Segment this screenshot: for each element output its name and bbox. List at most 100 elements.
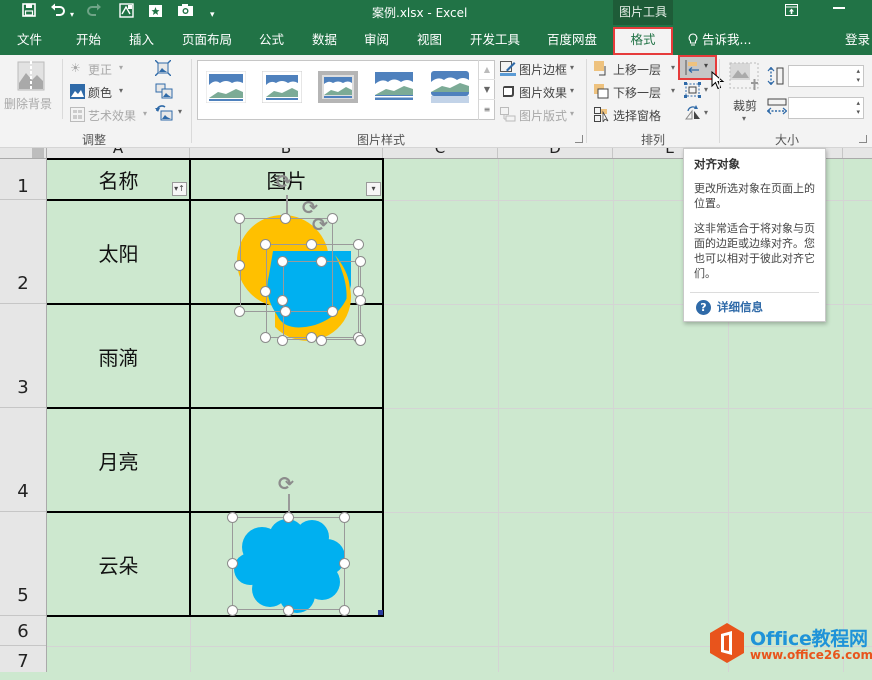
resize-handle[interactable]	[277, 295, 288, 306]
resize-handle[interactable]	[280, 213, 291, 224]
resize-handle[interactable]	[260, 239, 271, 250]
size-dialog-launcher[interactable]	[859, 135, 867, 143]
align-objects-button[interactable]: ▾	[678, 55, 717, 80]
resize-handle[interactable]	[327, 213, 338, 224]
gallery-scroll-up[interactable]: ▲	[479, 60, 495, 80]
resize-handle[interactable]	[227, 512, 238, 523]
crop-button[interactable]: 裁剪 ▾	[727, 59, 763, 125]
cell-a1[interactable]: 名称	[47, 159, 190, 200]
height-spinner[interactable]: ▴ ▾	[856, 67, 860, 85]
tab-review[interactable]: 审阅	[364, 25, 389, 55]
favorite-icon[interactable]	[148, 3, 163, 23]
picture-styles-dialog-launcher[interactable]	[575, 135, 583, 143]
resize-handle[interactable]	[234, 260, 245, 271]
undo-icon[interactable]	[50, 3, 66, 22]
tab-developer[interactable]: 开发工具	[470, 25, 520, 55]
rotate-handle-icon[interactable]: ⟳	[312, 215, 328, 235]
resize-handle[interactable]	[355, 256, 366, 267]
resize-handle[interactable]	[234, 306, 245, 317]
resize-handle[interactable]	[283, 512, 294, 523]
style-thumbnail-2[interactable]	[262, 71, 302, 103]
resize-handle[interactable]	[227, 605, 238, 616]
resize-handle[interactable]	[339, 605, 350, 616]
resize-handle[interactable]	[339, 512, 350, 523]
picture-effects-label: 图片效果	[519, 86, 568, 100]
dropdown-arrow-icon: ▾	[570, 109, 575, 118]
style-thumbnail-4[interactable]	[374, 71, 414, 103]
group-objects-button[interactable]: ▾	[684, 82, 708, 102]
resize-handle[interactable]	[353, 239, 364, 250]
tell-me-search[interactable]: 告诉我...	[688, 25, 751, 55]
insert-picture-icon[interactable]	[119, 3, 134, 23]
separator	[719, 59, 720, 143]
filter-button-b[interactable]: ▾	[366, 182, 381, 196]
minimize-icon[interactable]	[833, 7, 845, 9]
row-header-2[interactable]: 2	[0, 200, 46, 304]
table-resize-handle[interactable]	[378, 610, 383, 615]
remove-background-button[interactable]: 删除背景	[4, 59, 56, 119]
cell-a5[interactable]: 云朵	[47, 512, 190, 616]
undo-dropdown-icon[interactable]: ▾	[70, 6, 74, 24]
resize-handle[interactable]	[355, 335, 366, 346]
column-header-d[interactable]: D	[498, 148, 613, 158]
rotate-handle-icon[interactable]: ⟳	[276, 172, 292, 192]
tab-view[interactable]: 视图	[417, 25, 442, 55]
rotate-objects-button[interactable]: ▾	[684, 105, 708, 125]
tab-data[interactable]: 数据	[312, 25, 337, 55]
tab-insert[interactable]: 插入	[129, 25, 154, 55]
cell-a4[interactable]: 月亮	[47, 408, 190, 512]
row-header-3[interactable]: 3	[0, 304, 46, 408]
sign-in-link[interactable]: 登录	[845, 25, 870, 55]
tab-formulas[interactable]: 公式	[259, 25, 284, 55]
tab-baidu-netdisk[interactable]: 百度网盘	[547, 25, 597, 55]
resize-handle[interactable]	[316, 256, 327, 267]
tooltip-more-info-link[interactable]: ? 详细信息	[696, 299, 763, 315]
dropdown-arrow-icon: ▾	[704, 108, 709, 117]
resize-handle[interactable]	[277, 335, 288, 346]
change-picture-button[interactable]	[155, 83, 173, 103]
picture-styles-gallery	[197, 60, 495, 120]
shape-height-input[interactable]: ▴ ▾	[788, 65, 864, 87]
row-header-4[interactable]: 4	[0, 408, 46, 512]
row-header-5[interactable]: 5	[0, 512, 46, 616]
cell-a2[interactable]: 太阳	[47, 200, 190, 304]
resize-handle[interactable]	[277, 256, 288, 267]
resize-handle[interactable]	[280, 306, 291, 317]
resize-handle[interactable]	[260, 286, 271, 297]
shape-width-input[interactable]: ▴ ▾	[788, 97, 864, 119]
ribbon-display-options-icon[interactable]	[785, 3, 798, 21]
column-header-c[interactable]: C	[383, 148, 498, 158]
customize-qat-icon[interactable]: ▾	[210, 6, 215, 24]
resize-handle[interactable]	[260, 332, 271, 343]
gallery-more[interactable]: ≡	[479, 100, 495, 120]
tab-page-layout[interactable]: 页面布局	[182, 25, 232, 55]
tab-format[interactable]: 格式	[613, 27, 673, 55]
resize-handle[interactable]	[227, 558, 238, 569]
tab-file[interactable]: 文件	[17, 25, 42, 55]
resize-handle[interactable]	[316, 335, 327, 346]
gallery-scroll-down[interactable]: ▼	[479, 80, 495, 100]
row-header-6[interactable]: 6	[0, 616, 46, 646]
style-thumbnail-5[interactable]	[430, 71, 470, 103]
sort-filter-button-a[interactable]: ▾↑	[172, 182, 187, 196]
compress-pictures-button[interactable]	[154, 59, 172, 80]
width-spinner[interactable]: ▴ ▾	[856, 99, 860, 117]
row-header-1[interactable]: 1	[0, 159, 46, 200]
resize-handle[interactable]	[234, 213, 245, 224]
save-icon[interactable]	[22, 3, 36, 22]
cell-a3[interactable]: 雨滴	[47, 304, 190, 408]
resize-handle[interactable]	[306, 239, 317, 250]
resize-handle[interactable]	[339, 558, 350, 569]
crop-icon	[729, 62, 759, 90]
resize-handle[interactable]	[327, 306, 338, 317]
style-thumbnail-1[interactable]	[206, 71, 246, 103]
resize-handle[interactable]	[355, 295, 366, 306]
rotate-handle-icon[interactable]: ⟳	[278, 474, 294, 494]
select-all-button[interactable]	[0, 148, 47, 158]
camera-icon[interactable]	[177, 3, 194, 22]
resize-handle[interactable]	[283, 605, 294, 616]
tab-home[interactable]: 开始	[76, 25, 101, 55]
reset-picture-button[interactable]: ▾	[155, 105, 182, 125]
style-thumbnail-3[interactable]	[318, 71, 358, 103]
redo-icon[interactable]	[86, 3, 102, 22]
